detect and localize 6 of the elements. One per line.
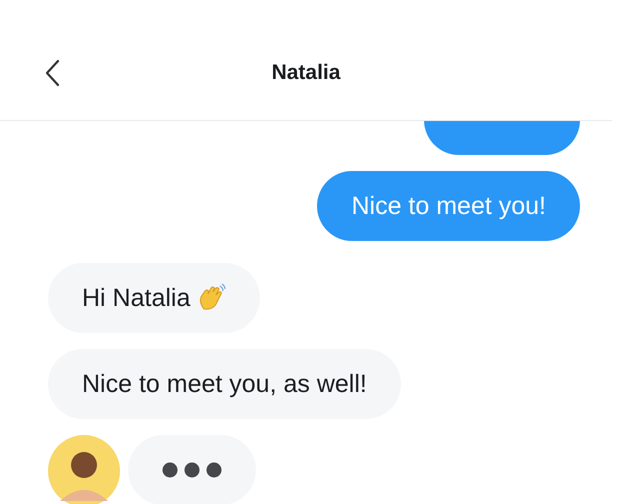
message-bubble: Nice to meet you! bbox=[317, 171, 580, 241]
typing-dots-icon bbox=[162, 462, 222, 478]
message-bubble: Nice to meet you, as well! bbox=[48, 349, 401, 419]
contact-name: Natalia bbox=[272, 60, 340, 84]
back-icon[interactable] bbox=[44, 59, 60, 87]
message-bubble: Hi Natalia bbox=[48, 263, 260, 333]
